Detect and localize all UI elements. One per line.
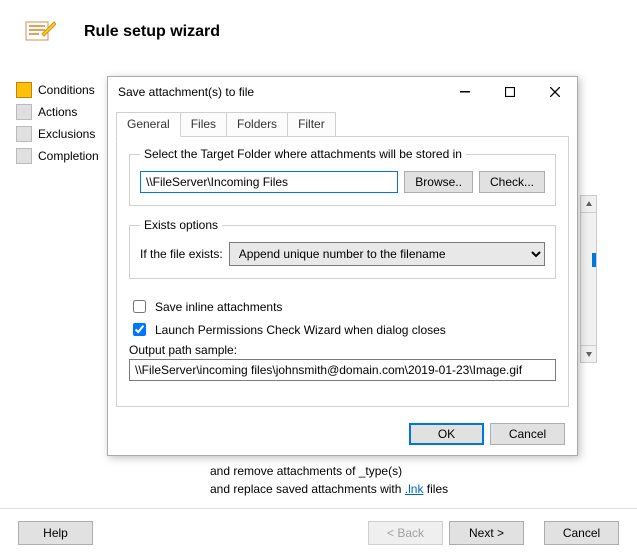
save-inline-label: Save inline attachments — [155, 300, 282, 314]
tab-filter[interactable]: Filter — [287, 112, 336, 137]
back-button[interactable]: < Back — [368, 521, 443, 545]
exists-label: If the file exists: — [140, 247, 223, 261]
browse-button[interactable]: Browse.. — [404, 171, 473, 193]
sidebar-item-completion[interactable]: Completion — [16, 148, 101, 164]
target-folder-legend: Select the Target Folder where attachmen… — [140, 147, 466, 161]
wizard-sidebar: Conditions Actions Exclusions Completion — [16, 82, 101, 164]
rule-description-snippet: and remove attachments of _type(s) and r… — [210, 462, 448, 498]
wizard-icon — [24, 16, 56, 48]
tab-files[interactable]: Files — [180, 112, 227, 137]
ok-button[interactable]: OK — [409, 423, 484, 445]
wizard-header: Rule setup wizard — [0, 0, 637, 54]
exists-options-fieldset: Exists options If the file exists: Appen… — [129, 218, 556, 279]
step-icon — [16, 104, 32, 120]
step-icon — [16, 126, 32, 142]
cancel-button[interactable]: Cancel — [490, 423, 565, 445]
launch-wizard-label: Launch Permissions Check Wizard when dia… — [155, 323, 446, 337]
help-button[interactable]: Help — [18, 521, 93, 545]
tab-panel-general: Select the Target Folder where attachmen… — [116, 136, 569, 407]
step-icon — [16, 82, 32, 98]
launch-wizard-row: Launch Permissions Check Wizard when dia… — [129, 320, 556, 339]
step-icon — [16, 148, 32, 164]
scroll-track[interactable] — [581, 213, 596, 345]
tab-folders[interactable]: Folders — [226, 112, 288, 137]
wizard-title: Rule setup wizard — [84, 23, 220, 41]
save-attachments-dialog: Save attachment(s) to file General Files… — [107, 76, 578, 456]
sidebar-item-conditions[interactable]: Conditions — [16, 82, 101, 98]
wizard-cancel-button[interactable]: Cancel — [544, 521, 619, 545]
rule-line: and replace saved attachments with .lnk … — [210, 480, 448, 498]
sidebar-item-exclusions[interactable]: Exclusions — [16, 126, 101, 142]
output-sample-label: Output path sample: — [129, 343, 556, 357]
scroll-down-icon[interactable] — [581, 345, 596, 362]
dialog-footer: OK Cancel — [108, 415, 577, 455]
lnk-link[interactable]: .lnk — [405, 482, 424, 496]
dialog-titlebar: Save attachment(s) to file — [108, 77, 577, 107]
output-sample-box — [129, 359, 556, 381]
close-button[interactable] — [532, 77, 577, 107]
sidebar-item-actions[interactable]: Actions — [16, 104, 101, 120]
wizard-footer: Help < Back Next > Cancel — [0, 508, 637, 556]
scrollbar[interactable] — [580, 195, 597, 363]
save-inline-row: Save inline attachments — [129, 297, 556, 316]
target-folder-input[interactable] — [140, 171, 398, 193]
save-inline-checkbox[interactable] — [133, 300, 146, 313]
sidebar-label: Exclusions — [38, 127, 95, 141]
sidebar-label: Completion — [38, 149, 99, 163]
exists-legend: Exists options — [140, 218, 222, 232]
maximize-button[interactable] — [487, 77, 532, 107]
launch-wizard-checkbox[interactable] — [133, 323, 146, 336]
tab-general[interactable]: General — [116, 112, 181, 137]
sidebar-label: Conditions — [38, 83, 95, 97]
rule-line: and remove attachments of _type(s) — [210, 462, 448, 480]
minimize-button[interactable] — [442, 77, 487, 107]
scroll-up-icon[interactable] — [581, 196, 596, 213]
exists-select[interactable]: Append unique number to the filename — [229, 242, 545, 266]
next-button[interactable]: Next > — [449, 521, 524, 545]
dialog-tabs: General Files Folders Filter — [108, 111, 577, 136]
target-folder-fieldset: Select the Target Folder where attachmen… — [129, 147, 556, 206]
check-button[interactable]: Check... — [479, 171, 545, 193]
sidebar-label: Actions — [38, 105, 77, 119]
dialog-title: Save attachment(s) to file — [118, 85, 442, 99]
